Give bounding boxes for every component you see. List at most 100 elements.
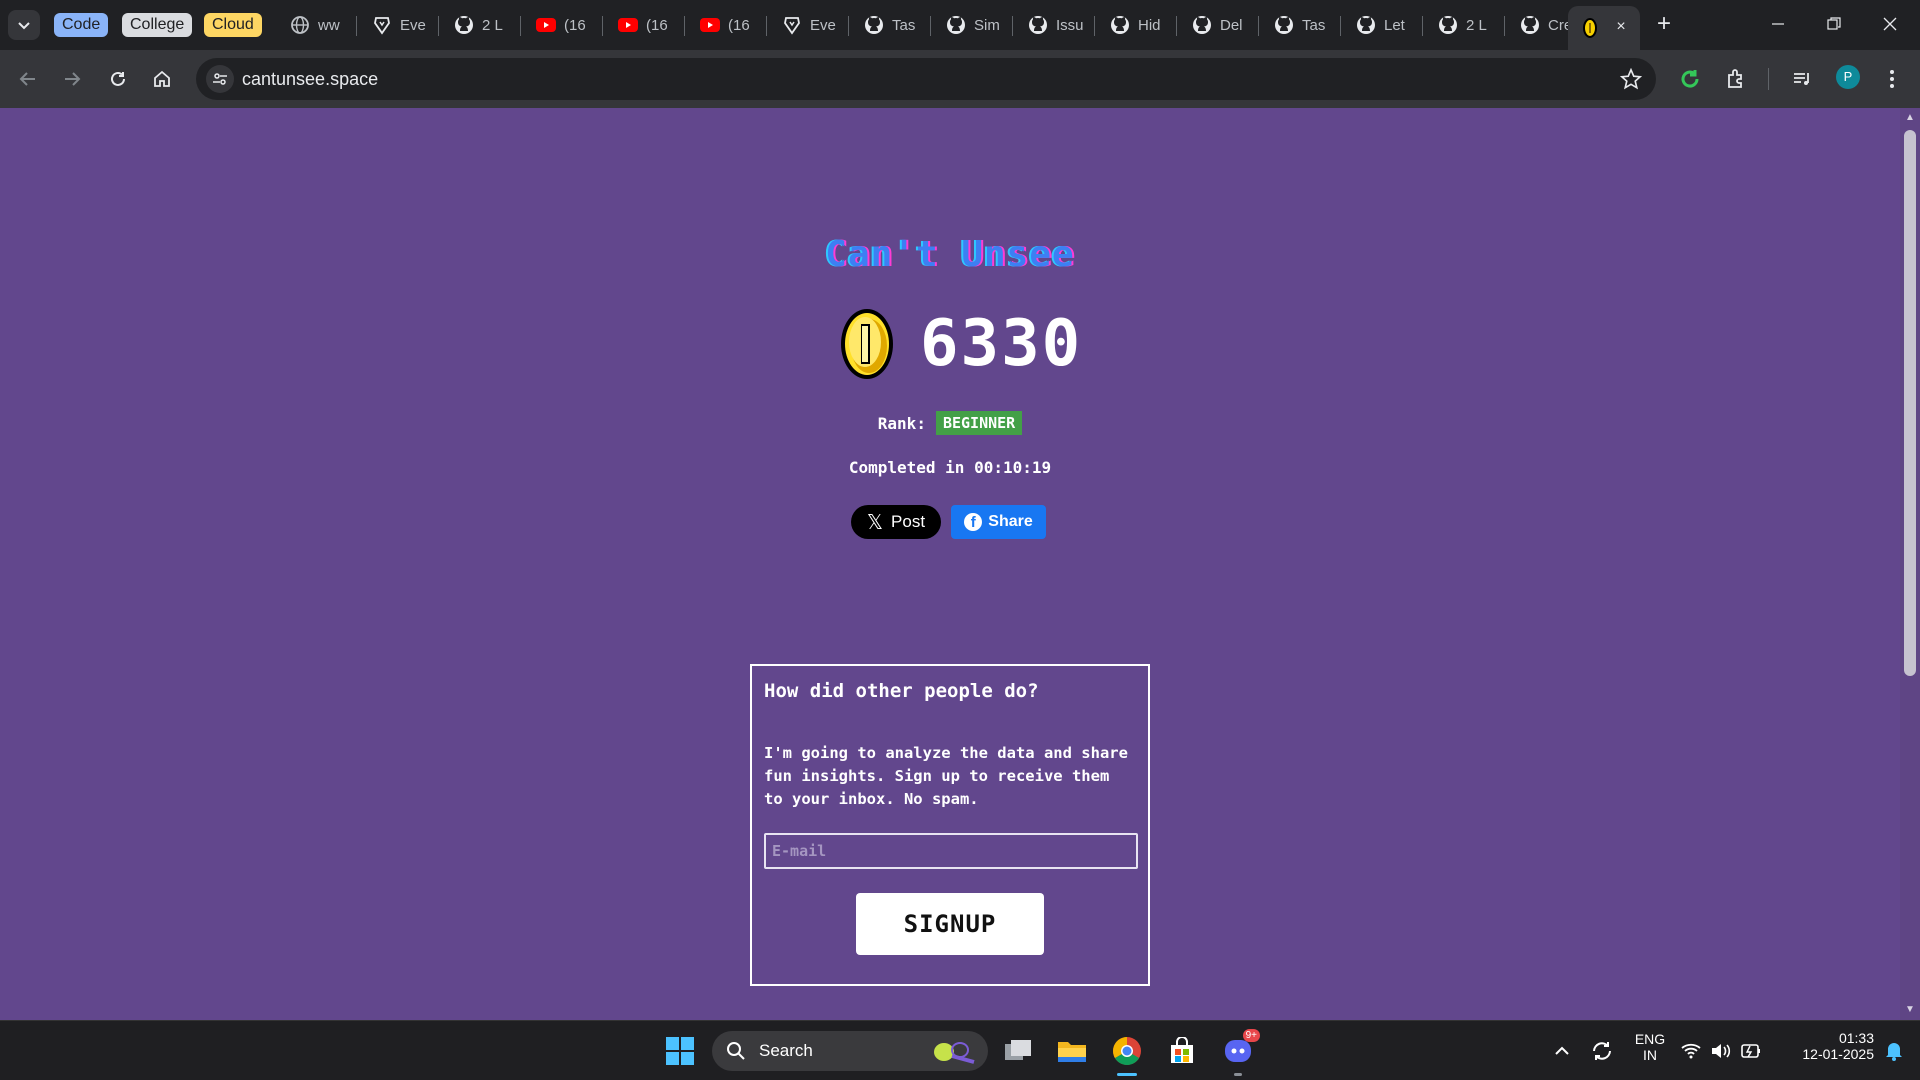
network-volume-battery[interactable]: [1678, 1031, 1768, 1071]
tab-title: Sim: [974, 16, 1000, 34]
taskbar-search[interactable]: Search: [712, 1031, 988, 1071]
tab-title: Issu: [1056, 16, 1084, 34]
restore-button[interactable]: [1806, 0, 1862, 48]
tab-4[interactable]: (16: [606, 8, 684, 42]
scroll-up-icon[interactable]: ▲: [1904, 112, 1916, 124]
tab-14[interactable]: 2 L: [1426, 8, 1504, 42]
tab-2[interactable]: 2 L: [442, 8, 520, 42]
tab-5[interactable]: (16: [688, 8, 766, 42]
task-view-button[interactable]: [998, 1031, 1038, 1071]
tab-title: Eve: [400, 16, 426, 34]
sync-tray-button[interactable]: [1582, 1031, 1622, 1071]
tab-title: Del: [1220, 16, 1243, 34]
notifications-button[interactable]: [1874, 1031, 1914, 1071]
score-value: 6330: [920, 307, 1083, 381]
close-tab-button[interactable]: ×: [1612, 18, 1630, 36]
github-icon: [454, 15, 474, 35]
tab-separator: [520, 16, 521, 36]
rank-badge: BEGINNER: [935, 411, 1023, 435]
show-hidden-icons-button[interactable]: [1542, 1031, 1582, 1071]
tab-12[interactable]: Tas: [1262, 8, 1340, 42]
site-info-button[interactable]: [206, 65, 234, 93]
tab-separator: [1340, 16, 1341, 36]
github-icon: [946, 15, 966, 35]
tab-3[interactable]: (16: [524, 8, 602, 42]
tab-group-code[interactable]: Code: [54, 13, 109, 37]
tab-search-button[interactable]: [8, 10, 40, 40]
back-button[interactable]: [12, 63, 44, 95]
youtube-icon: [618, 15, 638, 35]
bookmark-star-icon[interactable]: [1619, 67, 1643, 90]
reload-button[interactable]: [102, 63, 134, 95]
tab-title: ww: [318, 16, 340, 34]
tab-6[interactable]: Eve: [770, 8, 848, 42]
email-input[interactable]: [764, 833, 1138, 869]
discord-button[interactable]: 9+: [1218, 1029, 1260, 1071]
tab-7[interactable]: Tas: [852, 8, 930, 42]
scroll-down-icon[interactable]: ▼: [1904, 1004, 1916, 1016]
start-button[interactable]: [660, 1031, 700, 1071]
page-scrollbar[interactable]: ▲ ▼: [1900, 108, 1920, 1020]
extensions-button[interactable]: [1720, 63, 1752, 95]
tab-10[interactable]: Hid: [1098, 8, 1176, 42]
tab-title: Let: [1384, 16, 1405, 34]
url-text[interactable]: cantunsee.space: [242, 69, 378, 90]
tab-title: 2 L: [482, 16, 503, 34]
coin-icon: [1580, 18, 1600, 38]
language-indicator[interactable]: ENG IN: [1630, 1031, 1670, 1063]
tab-title: Tas: [1302, 16, 1326, 34]
clock[interactable]: 01:33 12-01-2025: [1782, 1030, 1874, 1062]
tab-group-college[interactable]: College: [122, 13, 193, 37]
scrollbar-thumb[interactable]: [1904, 130, 1916, 676]
tab-8[interactable]: Sim: [934, 8, 1012, 42]
extension-green-button[interactable]: [1674, 63, 1706, 95]
chevron-down-icon: [18, 22, 30, 30]
folder-icon: [1058, 1042, 1086, 1062]
tab-13[interactable]: Let: [1344, 8, 1422, 42]
file-explorer-button[interactable]: [1052, 1031, 1092, 1071]
card-heading: How did other people do?: [764, 680, 1039, 702]
menu-button[interactable]: [1876, 63, 1908, 95]
tab-title: Hid: [1138, 16, 1161, 34]
github-icon: [1356, 15, 1376, 35]
coin-icon: [841, 309, 893, 379]
tab-11[interactable]: Del: [1180, 8, 1258, 42]
reload-icon: [111, 71, 125, 86]
tab-active-cantunsee[interactable]: ×: [1568, 6, 1640, 50]
microsoft-store-button[interactable]: [1162, 1031, 1202, 1071]
home-button[interactable]: [146, 63, 178, 95]
tab-separator: [356, 16, 357, 36]
tab-group-cloud[interactable]: Cloud: [204, 13, 262, 37]
tab-9[interactable]: Issu: [1016, 8, 1094, 42]
tab-title: 2 L: [1466, 16, 1487, 34]
tab-separator: [848, 16, 849, 36]
address-bar[interactable]: cantunsee.space: [196, 58, 1656, 100]
forward-button[interactable]: [56, 63, 88, 95]
tab-separator: [1094, 16, 1095, 36]
rank-row: Rank: BEGINNER: [0, 411, 1900, 435]
tab-1[interactable]: Eve: [360, 8, 438, 42]
completion-time: Completed in 00:10:19: [848, 458, 1052, 477]
github-icon: [1274, 15, 1294, 35]
signup-button[interactable]: SIGNUP: [856, 893, 1044, 955]
x-post-button[interactable]: 𝕏 Post: [851, 505, 941, 539]
minimize-button[interactable]: [1750, 0, 1806, 48]
tab-separator: [1258, 16, 1259, 36]
discord-running-indicator: [1234, 1073, 1242, 1076]
github-icon: [864, 15, 884, 35]
media-control-button[interactable]: [1786, 63, 1818, 95]
search-icon: [727, 1042, 745, 1060]
chrome-taskbar-button[interactable]: [1107, 1031, 1147, 1071]
windows-logo-icon: [666, 1037, 694, 1065]
new-tab-button[interactable]: +: [1650, 10, 1678, 38]
close-window-button[interactable]: [1862, 0, 1918, 48]
brave-shield-icon: [372, 15, 392, 35]
system-tray-icons: [1681, 1043, 1760, 1059]
tab-0[interactable]: ww: [278, 8, 356, 42]
toolbar-divider: [1768, 68, 1769, 90]
profile-avatar[interactable]: P: [1836, 65, 1860, 89]
tab-separator: [684, 16, 685, 36]
search-label: Search: [759, 1041, 813, 1060]
rank-label: Rank:: [877, 413, 926, 433]
facebook-share-button[interactable]: f Share: [951, 505, 1046, 539]
